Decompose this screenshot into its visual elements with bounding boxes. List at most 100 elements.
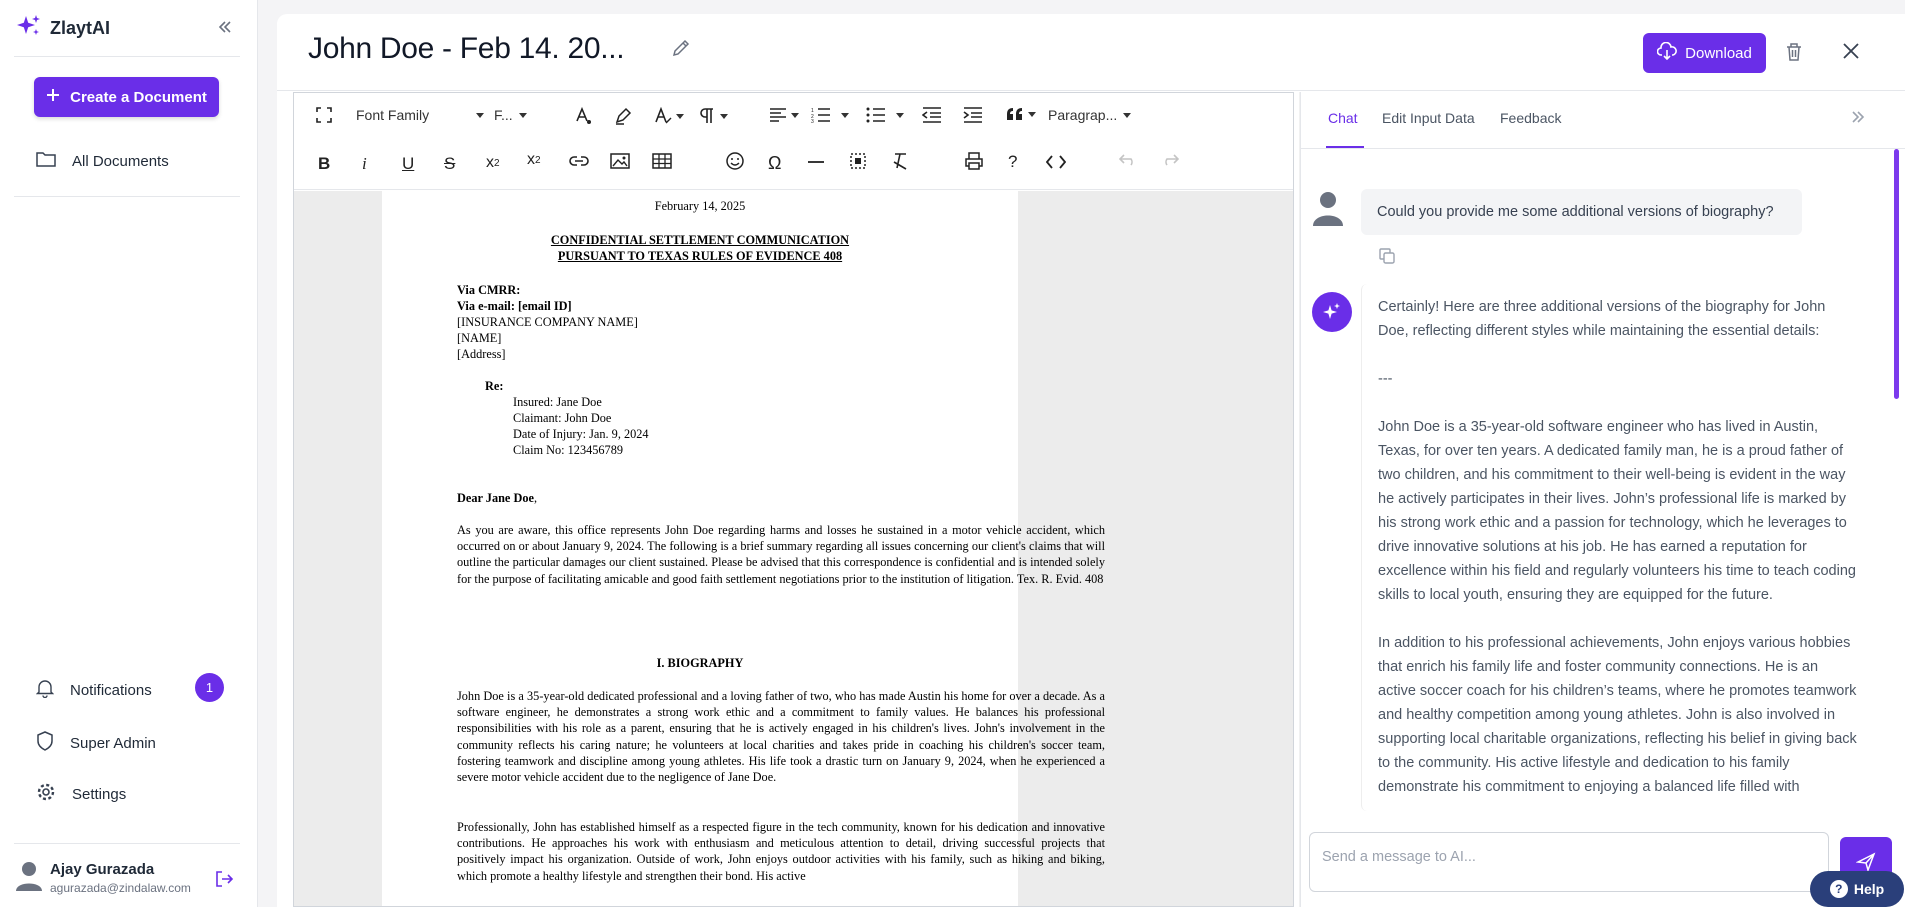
quote-menu[interactable] — [1006, 107, 1036, 121]
superscript-icon[interactable]: x2 — [527, 151, 541, 169]
font-style-menu[interactable] — [654, 107, 684, 125]
help-question-icon[interactable]: ? — [1008, 152, 1017, 172]
emoji-icon[interactable] — [726, 152, 744, 170]
cloud-download-icon — [1656, 41, 1678, 64]
divider — [14, 56, 240, 57]
ai-message-paragraph: John Doe is a 35-year-old software engin… — [1378, 419, 1856, 603]
select-all-icon[interactable] — [850, 153, 866, 169]
doc-date-of-injury: Date of Injury: Jan. 9, 2024 — [513, 427, 649, 441]
notification-count-badge: 1 — [195, 673, 224, 702]
chevron-down-icon — [720, 113, 728, 119]
doc-claimant: Claimant: John Doe — [513, 411, 612, 425]
outdent-icon[interactable] — [922, 107, 942, 123]
download-label: Download — [1685, 44, 1752, 62]
fullscreen-icon[interactable] — [316, 107, 332, 123]
special-characters-icon[interactable]: Ω — [768, 153, 781, 174]
sparkle-logo-icon — [16, 13, 42, 44]
code-view-icon[interactable] — [1046, 155, 1066, 169]
strikethrough-icon[interactable]: S — [444, 154, 455, 174]
user-email: agurazada@zindalaw.com — [50, 880, 191, 895]
doc-bio-paragraph-1: John Doe is a 35-year-old dedicated prof… — [457, 689, 1105, 785]
doc-insurance: [INSURANCE COMPANY NAME] — [457, 315, 638, 329]
tab-chat[interactable]: Chat — [1328, 110, 1358, 126]
plus-icon — [46, 88, 60, 106]
user-name: Ajay Gurazada — [50, 860, 155, 878]
sidebar-item-label: Super Admin — [70, 734, 156, 752]
bullet-list-menu[interactable] — [866, 107, 904, 123]
divider — [14, 843, 240, 844]
ordered-list-menu[interactable]: 123 — [811, 107, 849, 123]
divider — [14, 196, 240, 197]
sidebar-item-super-admin[interactable]: Super Admin — [36, 731, 156, 755]
user-message: Could you provide me some additional ver… — [1361, 189, 1802, 235]
doc-claim-no: Claim No: 123456789 — [513, 443, 623, 457]
doc-insured: Insured: Jane Doe — [513, 395, 602, 409]
text-color-icon[interactable] — [574, 107, 592, 125]
clear-formatting-icon[interactable] — [891, 152, 909, 170]
user-profile: Ajay Gurazada agurazada@zindalaw.com — [16, 859, 191, 896]
sidebar-item-label: Settings — [72, 785, 127, 803]
print-icon[interactable] — [964, 152, 984, 170]
sidebar: ZlaytAI Create a Document All Documents … — [0, 0, 258, 907]
folder-icon — [36, 150, 56, 172]
font-size-select[interactable]: F... — [494, 107, 527, 123]
align-menu[interactable] — [769, 107, 799, 123]
download-button[interactable]: Download — [1643, 33, 1766, 73]
underline-icon[interactable]: U — [402, 154, 414, 174]
table-icon[interactable] — [652, 153, 672, 169]
svg-text:3: 3 — [811, 119, 814, 123]
italic-icon[interactable]: i — [362, 154, 367, 174]
user-avatar-icon — [1313, 190, 1343, 231]
sidebar-item-label: All Documents — [72, 152, 169, 170]
font-family-value: Font Family — [356, 107, 430, 123]
ai-message-paragraph: In addition to his professional achievem… — [1378, 635, 1857, 795]
editor-toolbar: Font Family F... 123 Paragrap... B i U S… — [294, 93, 1293, 190]
trash-icon[interactable] — [1785, 42, 1803, 67]
copy-icon[interactable] — [1379, 248, 1395, 269]
help-button[interactable]: ? Help — [1810, 871, 1904, 907]
tab-feedback[interactable]: Feedback — [1500, 110, 1561, 126]
chevron-down-icon — [1028, 111, 1036, 117]
bold-icon[interactable]: B — [318, 154, 330, 174]
help-label: Help — [1853, 881, 1885, 897]
paragraph-style-select[interactable]: Paragrap... — [1048, 107, 1132, 123]
expand-panel-icon[interactable] — [1851, 110, 1865, 128]
app-name: ZlaytAI — [50, 18, 111, 38]
edit-title-icon[interactable] — [671, 38, 691, 63]
ai-message: Certainly! Here are three additional ver… — [1361, 284, 1874, 811]
create-document-button[interactable]: Create a Document — [34, 77, 219, 117]
font-family-select[interactable]: Font Family — [356, 107, 484, 123]
brand: ZlaytAI — [16, 13, 110, 44]
logout-icon[interactable] — [214, 869, 234, 894]
chat-scrollbar-thumb[interactable] — [1894, 149, 1899, 399]
close-icon[interactable] — [1842, 42, 1860, 65]
horizontal-line-icon[interactable] — [808, 161, 824, 163]
font-size-value: F... — [494, 107, 513, 123]
indent-icon[interactable] — [963, 107, 983, 123]
image-icon[interactable] — [610, 153, 630, 169]
link-icon[interactable] — [569, 155, 589, 167]
paragraph-format-menu[interactable] — [698, 107, 728, 125]
sidebar-item-notifications[interactable]: Notifications — [35, 678, 152, 702]
editor-canvas: February 14, 2025 CONFIDENTIAL SETTLEMEN… — [294, 191, 1293, 906]
chat-input[interactable]: Send a message to AI... — [1309, 832, 1829, 892]
page-title: John Doe - Feb 14. 20... — [308, 32, 625, 65]
redo-icon[interactable] — [1161, 154, 1179, 166]
chevron-down-icon — [841, 112, 849, 118]
sidebar-item-settings[interactable]: Settings — [36, 782, 126, 806]
divider — [277, 90, 1905, 91]
tab-edit-input-data[interactable]: Edit Input Data — [1382, 110, 1475, 126]
doc-section-title: I. BIOGRAPHY — [656, 656, 744, 670]
subscript-icon[interactable]: x2 — [486, 154, 500, 172]
ai-message-separator: --- — [1378, 371, 1393, 387]
create-document-label: Create a Document — [70, 88, 207, 106]
undo-icon[interactable] — [1119, 154, 1137, 166]
doc-bio-paragraph-2: Professionally, John has established him… — [457, 820, 1105, 883]
document-page[interactable]: February 14, 2025 CONFIDENTIAL SETTLEMEN… — [382, 191, 1105, 906]
highlight-icon[interactable] — [614, 107, 632, 125]
chat-panel: Chat Edit Input Data Feedback Could you … — [1300, 92, 1905, 907]
collapse-sidebar-button[interactable] — [214, 16, 236, 38]
doc-salutation-comma: , — [533, 491, 538, 505]
doc-via-email: Via e-mail: [email ID] — [457, 299, 572, 313]
sidebar-item-all-documents[interactable]: All Documents — [36, 150, 169, 172]
